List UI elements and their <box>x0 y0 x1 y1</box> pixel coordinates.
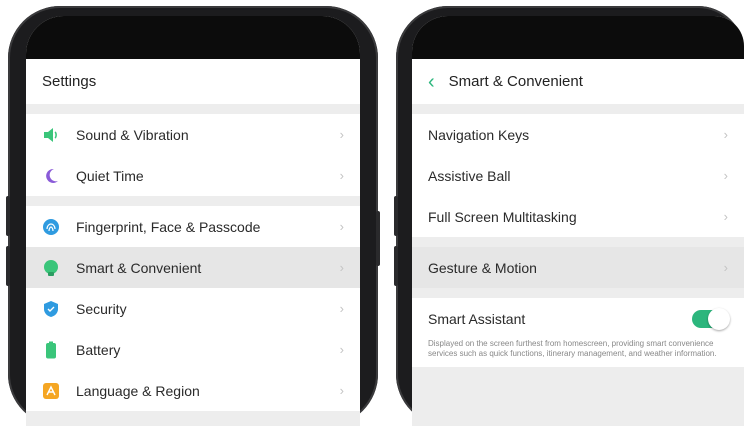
settings-item-label: Security <box>76 300 127 317</box>
battery-icon <box>46 341 56 358</box>
page-title-bar: Settings <box>26 59 360 104</box>
phone-right: ‹ Smart & Convenient Navigation Keys › A… <box>394 6 744 426</box>
smart-group-1: Navigation Keys › Assistive Ball › Full … <box>412 114 744 237</box>
chevron-right-icon: › <box>339 127 344 142</box>
settings-item-label: Full Screen Multitasking <box>428 208 577 225</box>
back-arrow-icon[interactable]: ‹ <box>428 72 435 92</box>
chevron-right-icon: › <box>723 168 728 183</box>
page-title: Smart & Convenient <box>448 73 583 90</box>
settings-group-2: Fingerprint, Face & Passcode › Smart & C… <box>26 206 360 411</box>
volume-button <box>6 246 10 286</box>
chevron-right-icon: › <box>339 342 344 357</box>
chevron-right-icon: › <box>339 260 344 275</box>
chevron-right-icon: › <box>723 209 728 224</box>
settings-item-gesture-motion[interactable]: Gesture & Motion › <box>412 247 744 288</box>
settings-item-smart-convenient[interactable]: Smart & Convenient › <box>26 247 360 288</box>
settings-item-label: Smart Assistant <box>428 310 526 327</box>
toggle-knob <box>708 307 730 330</box>
chevron-right-icon: › <box>723 127 728 142</box>
volume-button <box>394 196 398 236</box>
chevron-right-icon: › <box>723 260 728 275</box>
settings-item-security[interactable]: Security › <box>26 288 360 329</box>
settings-group-1: Sound & Vibration › Quiet Time › <box>26 114 360 196</box>
notch <box>412 16 744 59</box>
power-button <box>376 211 380 266</box>
settings-item-label: Gesture & Motion <box>428 259 537 276</box>
settings-item-navigation-keys[interactable]: Navigation Keys › <box>412 114 744 155</box>
settings-item-smart-assistant: Smart Assistant <box>412 298 744 339</box>
speaker-icon <box>44 127 57 142</box>
smart-icon <box>44 259 58 276</box>
smart-convenient-screen: ‹ Smart & Convenient Navigation Keys › A… <box>412 16 744 426</box>
settings-item-sound-vibration[interactable]: Sound & Vibration › <box>26 114 360 155</box>
settings-item-label: Navigation Keys <box>428 126 530 143</box>
chevron-right-icon: › <box>339 168 344 183</box>
volume-button <box>6 196 10 236</box>
settings-item-label: Smart & Convenient <box>76 259 202 276</box>
settings-item-fingerprint[interactable]: Fingerprint, Face & Passcode › <box>26 206 360 247</box>
chevron-right-icon: › <box>339 219 344 234</box>
fingerprint-icon <box>43 218 59 235</box>
settings-item-label: Fingerprint, Face & Passcode <box>76 218 261 235</box>
settings-item-label: Sound & Vibration <box>76 126 189 143</box>
smart-group-3: Smart Assistant Displayed on the screen … <box>412 298 744 367</box>
settings-item-assistive-ball[interactable]: Assistive Ball › <box>412 155 744 196</box>
shield-icon <box>44 300 58 317</box>
chevron-right-icon: › <box>339 301 344 316</box>
settings-item-quiet-time[interactable]: Quiet Time › <box>26 155 360 196</box>
smart-group-2: Gesture & Motion › <box>412 247 744 288</box>
chevron-right-icon: › <box>339 383 344 398</box>
settings-item-full-screen-multitasking[interactable]: Full Screen Multitasking › <box>412 196 744 237</box>
settings-screen: Settings Sound & Vibration › Quiet Time … <box>26 16 360 426</box>
settings-item-label: Battery <box>76 341 121 358</box>
page-title: Settings <box>42 73 97 90</box>
settings-item-battery[interactable]: Battery › <box>26 329 360 370</box>
settings-item-label: Assistive Ball <box>428 167 511 184</box>
page-title-bar: ‹ Smart & Convenient <box>412 59 744 104</box>
settings-item-label: Language & Region <box>76 382 200 399</box>
settings-item-language-region[interactable]: Language & Region › <box>26 370 360 411</box>
volume-button <box>394 246 398 286</box>
settings-item-label: Quiet Time <box>76 167 144 184</box>
phone-left: Settings Sound & Vibration › Quiet Time … <box>6 6 380 426</box>
smart-assistant-toggle[interactable] <box>692 307 730 330</box>
notch <box>26 16 360 59</box>
moon-icon <box>46 168 58 183</box>
globe-icon <box>43 382 59 399</box>
smart-assistant-description: Displayed on the screen furthest from ho… <box>412 339 744 367</box>
